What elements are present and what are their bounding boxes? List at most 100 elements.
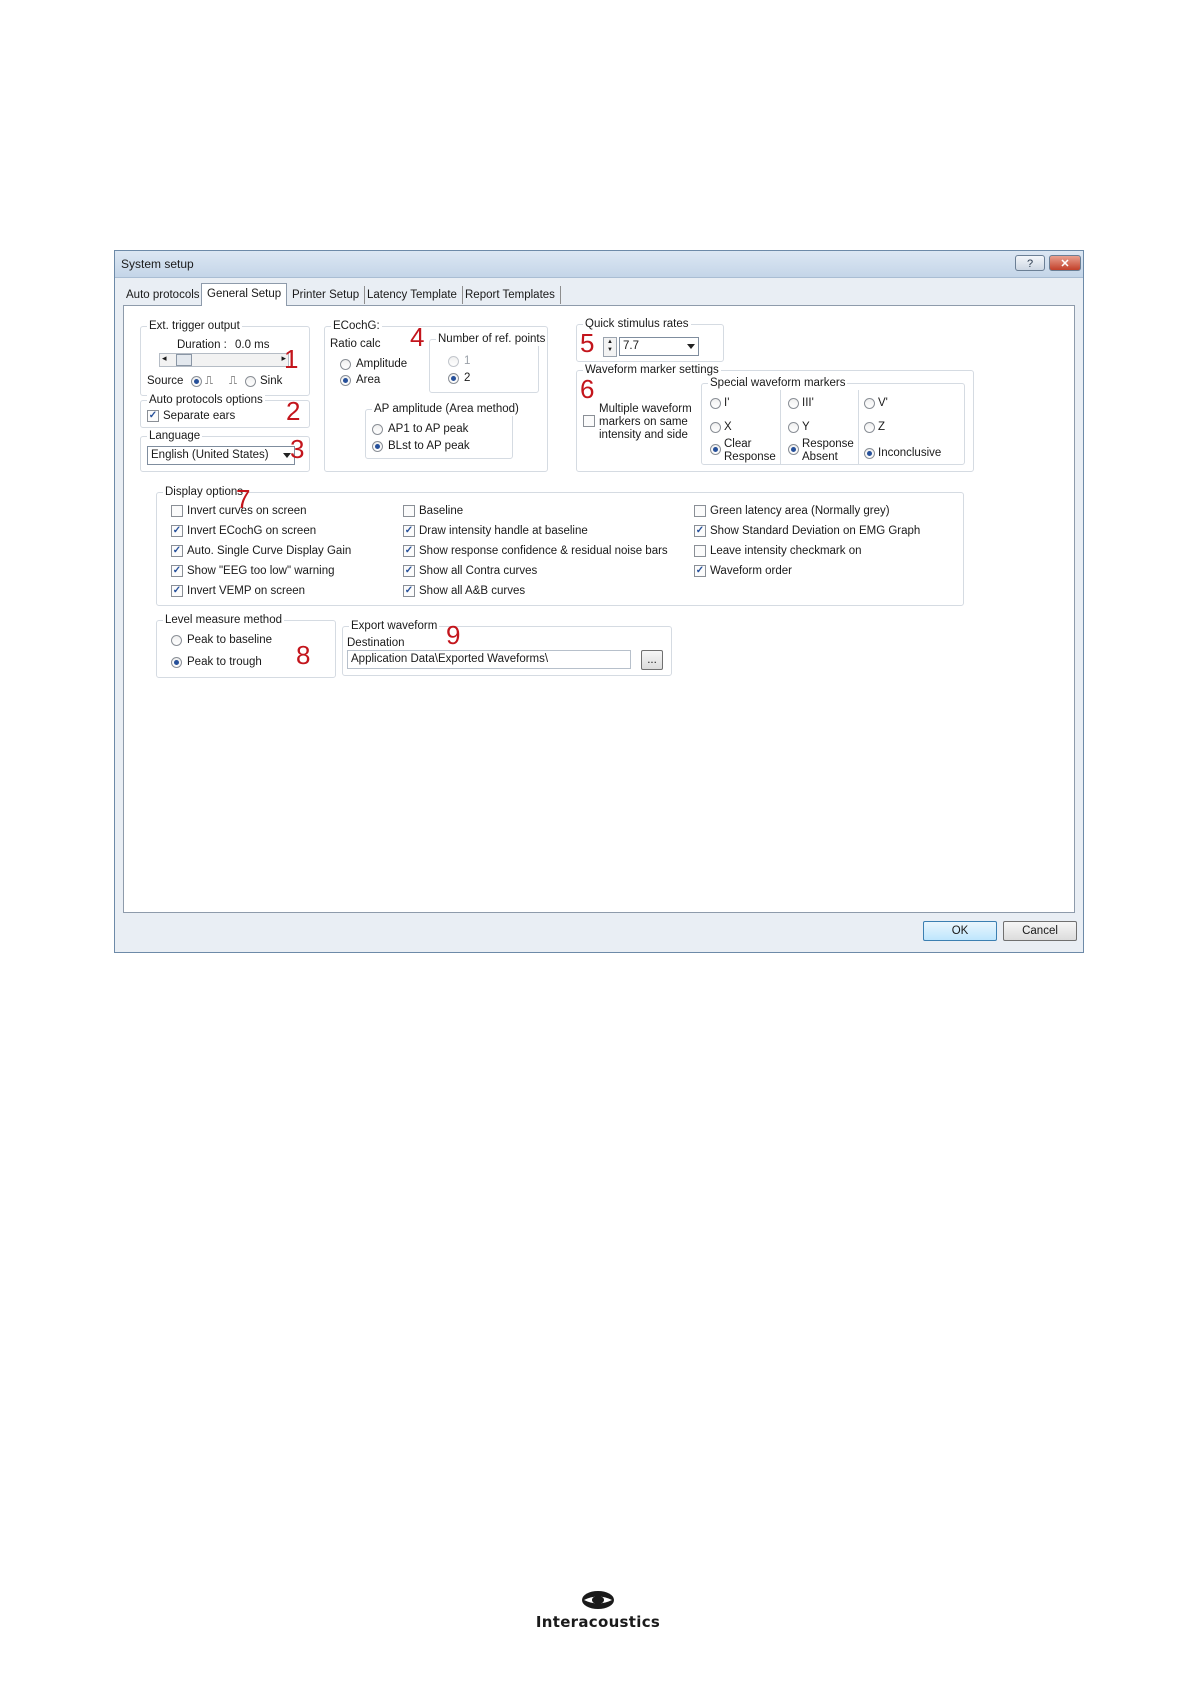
ab-curves-checkbox[interactable]: ✓ — [403, 585, 415, 597]
tab-latency-template[interactable]: Latency Template — [362, 286, 463, 304]
ap-amplitude-title: AP amplitude (Area method) — [372, 402, 521, 416]
duration-slider[interactable]: ◂ ▸ — [159, 353, 289, 367]
special-col-2: III' Y Response Absent — [780, 390, 859, 464]
source-label: Source — [147, 375, 184, 387]
level-measure-title: Level measure method — [163, 613, 284, 627]
auto-gain-label: Auto. Single Curve Display Gain — [187, 545, 352, 557]
close-button[interactable]: ✕ — [1049, 255, 1081, 271]
export-waveform-group: Export waveform Destination Application … — [342, 619, 672, 676]
chevron-down-icon — [687, 344, 695, 349]
peak-to-trough-label: Peak to trough — [187, 656, 262, 668]
intensity-checkmark-label: Leave intensity checkmark on — [710, 545, 862, 557]
ratio-calc-group: Ratio calc Amplitude Area — [329, 338, 417, 393]
ratio-calc-title: Ratio calc — [330, 338, 381, 350]
marker-2: 2 — [286, 396, 301, 426]
waveform-order-label: Waveform order — [710, 565, 793, 577]
tab-auto-protocols[interactable]: Auto protocols — [121, 286, 206, 304]
waveform-order-checkbox[interactable]: ✓ — [694, 565, 706, 577]
ap1-radio[interactable] — [372, 424, 383, 435]
confidence-bars-checkbox[interactable]: ✓ — [403, 545, 415, 557]
destination-label: Destination — [347, 637, 405, 649]
sink-radio[interactable] — [245, 376, 256, 387]
ref-2-radio[interactable] — [448, 373, 459, 384]
sink-label: Sink — [260, 375, 283, 387]
ok-button[interactable]: OK — [923, 921, 997, 941]
multiple-markers-checkbox[interactable] — [583, 415, 595, 427]
rate-spinner[interactable]: ▲ ▼ — [603, 337, 617, 357]
invert-vemp-checkbox[interactable]: ✓ — [171, 585, 183, 597]
area-radio[interactable] — [340, 375, 351, 386]
cancel-button[interactable]: Cancel — [1003, 921, 1077, 941]
quick-rates-group: Quick stimulus rates ▲ ▼ 7.7 — [576, 317, 724, 362]
y-radio[interactable] — [788, 422, 799, 433]
green-latency-checkbox[interactable] — [694, 505, 706, 517]
tab-printer-setup[interactable]: Printer Setup — [287, 286, 366, 304]
amplitude-radio[interactable] — [340, 359, 351, 370]
std-deviation-checkbox[interactable]: ✓ — [694, 525, 706, 537]
marker-9: 9 — [446, 620, 461, 650]
response-absent-label-1: Response — [802, 438, 854, 450]
intensity-handle-checkbox[interactable]: ✓ — [403, 525, 415, 537]
amplitude-label: Amplitude — [356, 358, 408, 370]
display-options-group: Display options Invert curves on screen … — [156, 485, 964, 606]
contra-curves-checkbox[interactable]: ✓ — [403, 565, 415, 577]
y-label: Y — [802, 421, 810, 433]
multiple-markers-label-2: markers on same — [599, 416, 688, 428]
v-prime-radio[interactable] — [864, 398, 875, 409]
i-prime-radio[interactable] — [710, 398, 721, 409]
source-rising-radio[interactable] — [191, 376, 202, 387]
invert-ecochg-label: Invert ECochG on screen — [187, 525, 317, 537]
duration-label: Duration : — [177, 339, 227, 351]
blst-radio[interactable] — [372, 441, 383, 452]
area-label: Area — [356, 374, 381, 386]
i-prime-label: I' — [724, 397, 730, 409]
export-waveform-title: Export waveform — [349, 619, 440, 633]
special-markers-group: Special waveform markers I' X Clear Resp… — [701, 376, 965, 465]
slider-thumb[interactable] — [176, 354, 192, 366]
response-absent-radio[interactable] — [788, 444, 799, 455]
display-options-title: Display options — [163, 485, 245, 499]
auto-gain-checkbox[interactable]: ✓ — [171, 545, 183, 557]
separate-ears-checkbox[interactable]: ✓ — [147, 410, 159, 422]
ecochg-title: ECochG: — [331, 319, 382, 333]
marker-6: 6 — [580, 374, 595, 404]
marker-1: 1 — [284, 344, 299, 374]
iii-prime-radio[interactable] — [788, 398, 799, 409]
ref-1-radio[interactable] — [448, 356, 459, 367]
clear-response-label-1: Clear — [724, 438, 752, 450]
ref-points-group: Number of ref. points 1 2 — [429, 332, 548, 393]
help-button[interactable]: ? — [1015, 255, 1045, 271]
z-radio[interactable] — [864, 422, 875, 433]
eeg-warning-checkbox[interactable]: ✓ — [171, 565, 183, 577]
contra-curves-label: Show all Contra curves — [419, 565, 538, 577]
peak-to-trough-radio[interactable] — [171, 657, 182, 668]
destination-input[interactable]: Application Data\Exported Waveforms\ — [347, 650, 631, 669]
ecochg-group: ECochG: Ratio calc Amplitude Area Number… — [324, 319, 548, 472]
invert-ecochg-checkbox[interactable]: ✓ — [171, 525, 183, 537]
multiple-markers-label-3: intensity and side — [599, 429, 688, 441]
special-markers-title: Special waveform markers — [708, 376, 848, 390]
ab-curves-label: Show all A&B curves — [419, 585, 526, 597]
auto-protocols-options-title: Auto protocols options — [147, 393, 265, 407]
marker-3: 3 — [290, 434, 305, 464]
clear-response-radio[interactable] — [710, 444, 721, 455]
intensity-handle-label: Draw intensity handle at baseline — [419, 525, 588, 537]
tab-general-setup[interactable]: General Setup — [201, 283, 288, 306]
green-latency-label: Green latency area (Normally grey) — [710, 505, 890, 517]
slider-left-arrow-icon[interactable]: ◂ — [162, 353, 167, 364]
baseline-checkbox[interactable] — [403, 505, 415, 517]
brand-name: Interacoustics — [535, 1613, 661, 1631]
ap1-label: AP1 to AP peak — [388, 423, 469, 435]
intensity-checkmark-checkbox[interactable] — [694, 545, 706, 557]
invert-curves-checkbox[interactable] — [171, 505, 183, 517]
title-bar: System setup ? ✕ — [115, 251, 1083, 278]
tab-report-templates[interactable]: Report Templates — [460, 286, 561, 304]
x-radio[interactable] — [710, 422, 721, 433]
language-dropdown[interactable]: English (United States) — [147, 446, 295, 465]
waveform-marker-title: Waveform marker settings — [583, 363, 721, 377]
rate-dropdown[interactable]: 7.7 — [619, 337, 699, 356]
browse-button[interactable]: ... — [641, 650, 663, 670]
peak-to-baseline-radio[interactable] — [171, 635, 182, 646]
invert-vemp-label: Invert VEMP on screen — [187, 585, 306, 597]
inconclusive-radio[interactable] — [864, 448, 875, 459]
